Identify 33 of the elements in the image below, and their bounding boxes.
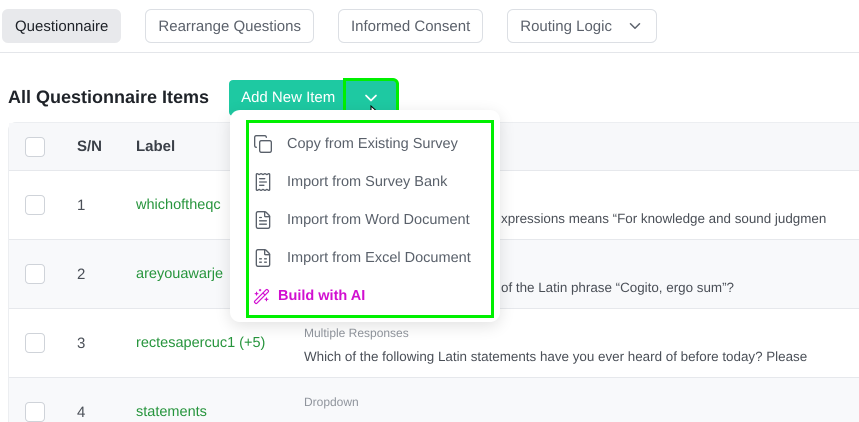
question-type: Multiple Responses (304, 325, 410, 342)
question-text: of the Latin phrase “Cogito, ergo sum”? (501, 279, 734, 297)
receipt-icon (253, 172, 273, 192)
spreadsheet-icon (253, 248, 273, 268)
copy-icon (253, 134, 273, 154)
row-number: 1 (77, 196, 86, 214)
row-number: 3 (77, 334, 86, 352)
item-label-link[interactable]: statements (136, 404, 304, 420)
question-text: Which of the following Latin statements have you ever heard of before today? Please (304, 348, 808, 366)
section-title: All Questionnaire Items (8, 87, 210, 108)
item-label-link[interactable]: rectesapercuc1 (+5) (136, 335, 304, 351)
checkbox[interactable] (25, 136, 45, 156)
magic-wand-icon (253, 288, 270, 304)
question-text: xpressions means “For knowledge and sound judgmen (501, 210, 826, 228)
menu-item[interactable]: Import from Survey Bank (253, 163, 491, 201)
column-header: Label (136, 138, 176, 155)
menu-item[interactable]: Import from Excel Document (253, 239, 491, 277)
question-type: Dropdown (304, 394, 360, 411)
checkbox[interactable] (25, 195, 45, 215)
menu-item[interactable]: Import from Word Document (253, 201, 491, 239)
document-icon (253, 210, 273, 230)
row-number: 4 (77, 404, 86, 420)
tab[interactable]: Informed Consent (338, 9, 484, 43)
tab[interactable]: Rearrange Questions (145, 9, 314, 43)
row-number: 2 (77, 266, 86, 282)
tab[interactable]: Routing Logic (507, 9, 657, 43)
checkbox[interactable] (25, 402, 45, 422)
checkbox[interactable] (25, 333, 45, 353)
menu-item[interactable]: Build with AI (253, 277, 491, 315)
menu-item[interactable]: Copy from Existing Survey (253, 125, 491, 163)
column-header: S/N (77, 138, 102, 155)
checkbox[interactable] (25, 264, 45, 284)
tab[interactable]: Questionnaire (2, 9, 122, 43)
